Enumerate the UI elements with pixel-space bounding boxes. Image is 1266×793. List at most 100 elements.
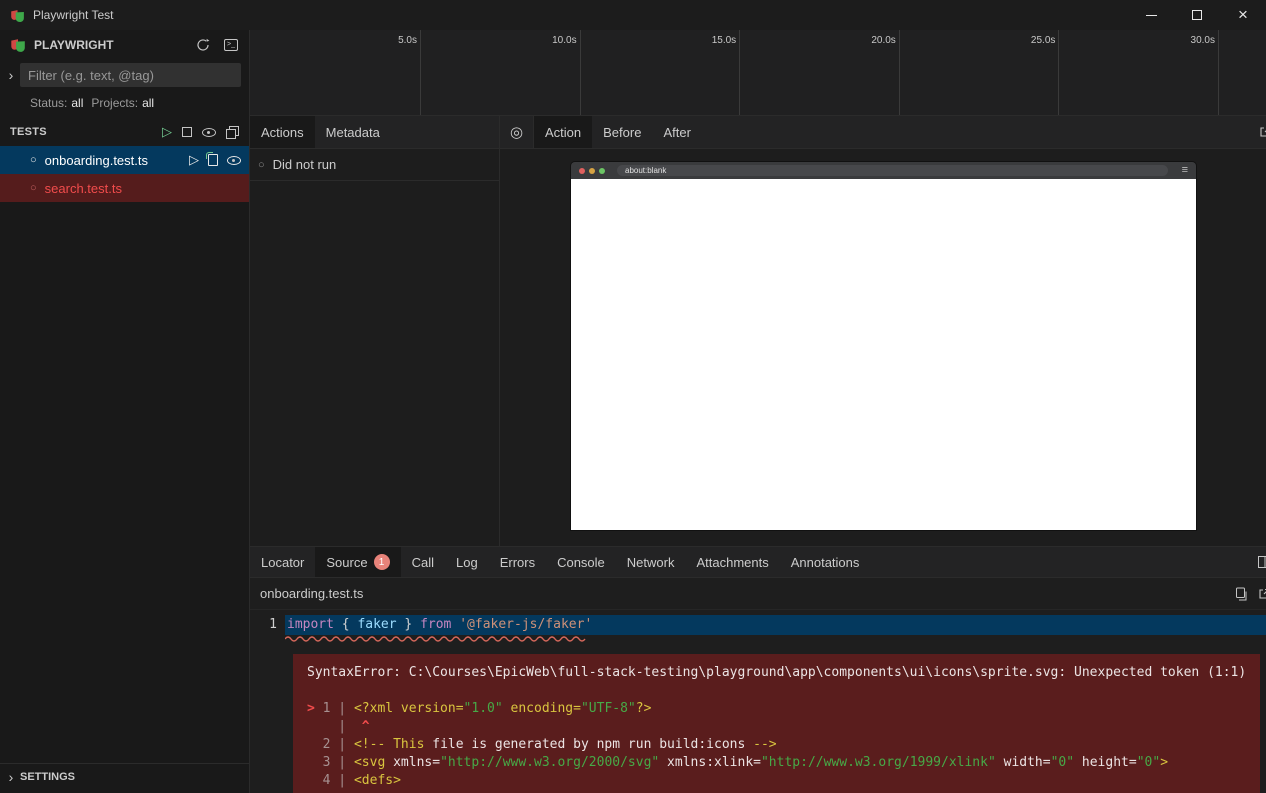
traffic-yellow-icon [589, 168, 595, 174]
status-label: Status: [30, 96, 67, 110]
tab-label: Log [456, 555, 478, 570]
code-line-1: 1 import { faker } from '@faker-js/faker… [250, 615, 1266, 635]
tab-console[interactable]: Console [546, 547, 616, 577]
sidebar: PLAYWRIGHT >_ › Status: all Projects: al… [0, 30, 250, 793]
maximize-icon [1192, 10, 1202, 20]
test-list: ○ onboarding.test.ts ▷ ○ search.test.ts [0, 146, 249, 202]
tests-section-header: TESTS ▷ [0, 118, 249, 146]
timeline[interactable]: 5.0s 10.0s 15.0s 20.0s 25.0s 30.0s [250, 30, 1266, 116]
tick-label: 10.0s [552, 35, 576, 46]
watch-test-icon[interactable] [227, 156, 241, 165]
tab-after[interactable]: After [652, 116, 701, 148]
pick-locator-button[interactable]: ◎ [500, 116, 534, 148]
browser-snapshot: about:blank ≡ [571, 162, 1196, 530]
browser-chrome: about:blank ≡ [571, 162, 1196, 179]
tick-label: 5.0s [398, 35, 417, 46]
tab-annotations[interactable]: Annotations [780, 547, 871, 577]
tab-label: Attachments [696, 555, 768, 570]
tab-locator[interactable]: Locator [250, 547, 315, 577]
tab-attachments[interactable]: Attachments [685, 547, 779, 577]
source-filename: onboarding.test.ts [260, 586, 1234, 601]
code-frame-line: 3 | <svg xmlns="http://www.w3.org/2000/s… [307, 754, 1246, 772]
tab-log[interactable]: Log [445, 547, 489, 577]
tab-metadata[interactable]: Metadata [315, 116, 391, 148]
page-url: about:blank [625, 166, 666, 175]
sidebar-header: PLAYWRIGHT >_ [0, 30, 249, 60]
tick-label: 15.0s [712, 35, 736, 46]
snapshot-tabbar: ◎ Action Before After [500, 116, 1266, 148]
window-title: Playwright Test [33, 8, 113, 22]
source-error-badge: 1 [374, 554, 390, 570]
tab-label: After [663, 125, 690, 140]
filter-row: › [0, 60, 249, 90]
status-value: all [71, 96, 83, 110]
code-frame-line: | ^ [307, 718, 1246, 736]
tab-source[interactable]: Source1 [315, 547, 400, 577]
code-frame-line: 4 | <defs> [307, 772, 1246, 790]
tab-strip: Actions Metadata ◎ Action Before After [250, 116, 1266, 149]
test-name: search.test.ts [45, 181, 241, 196]
refresh-icon [196, 38, 210, 52]
timeline-tick: 5.0s [420, 30, 421, 115]
minimize-icon [1146, 15, 1157, 16]
timeline-tick: 20.0s [899, 30, 900, 115]
toggle-output-button[interactable]: >_ [221, 35, 241, 55]
maximize-button[interactable] [1174, 0, 1220, 30]
test-item-search.test.ts[interactable]: ○ search.test.ts [0, 174, 249, 202]
tick-label: 20.0s [871, 35, 895, 46]
source-viewer[interactable]: 1 import { faker } from '@faker-js/faker… [250, 610, 1266, 793]
test-name: onboarding.test.ts [45, 153, 181, 168]
open-source-external-icon[interactable] [1257, 587, 1266, 601]
filter-status-line[interactable]: Status: all Projects: all [0, 90, 249, 116]
split-view-icon[interactable] [1258, 556, 1266, 568]
tab-label: Errors [500, 555, 535, 570]
actions-tabbar: Actions Metadata [250, 116, 500, 148]
terminal-icon: >_ [224, 39, 238, 51]
run-test-button[interactable]: ▷ [189, 152, 199, 168]
settings-section[interactable]: › SETTINGS [0, 763, 249, 790]
stop-button[interactable] [182, 127, 192, 137]
copy-icon[interactable] [1234, 587, 1247, 601]
tab-label: Actions [261, 125, 304, 140]
tab-action[interactable]: Action [534, 116, 592, 148]
timeline-tick: 10.0s [580, 30, 581, 115]
source-file-icon[interactable] [208, 154, 218, 166]
target-icon: ◎ [510, 123, 523, 141]
tests-title: TESTS [10, 126, 162, 138]
filter-input[interactable] [20, 63, 241, 87]
tab-label: Console [557, 555, 605, 570]
tab-before[interactable]: Before [592, 116, 652, 148]
minimize-button[interactable] [1128, 0, 1174, 30]
playwright-masks-icon [10, 37, 26, 53]
code-frame-line: > 1 | <?xml version="1.0" encoding="UTF-… [307, 700, 1246, 718]
chevron-right-icon: › [2, 769, 20, 785]
tab-network[interactable]: Network [616, 547, 686, 577]
open-snapshot-external-icon[interactable] [1258, 125, 1266, 139]
status-circle-icon: ○ [258, 159, 265, 171]
line-number: 1 [250, 615, 285, 635]
test-status-circle-icon: ○ [30, 155, 37, 166]
tick-label: 25.0s [1031, 35, 1055, 46]
tab-errors[interactable]: Errors [489, 547, 546, 577]
error-message: SyntaxError: C:\Courses\EpicWeb\full-sta… [307, 664, 1246, 682]
test-status-circle-icon: ○ [30, 183, 37, 194]
close-button[interactable]: × [1220, 0, 1266, 30]
sidebar-title: PLAYWRIGHT [34, 38, 185, 52]
code-frame-line: 2 | <!-- This file is generated by npm r… [307, 736, 1246, 754]
tab-label: Before [603, 125, 641, 140]
timeline-tick: 30.0s [1218, 30, 1219, 115]
tab-label: Action [545, 125, 581, 140]
chevron-right-icon[interactable]: › [2, 67, 20, 83]
highlighted-code: import { faker } from '@faker-js/faker' [285, 615, 1266, 635]
reload-tests-button[interactable] [193, 35, 213, 55]
watch-all-icon[interactable] [202, 128, 216, 137]
test-item-onboarding.test.ts[interactable]: ○ onboarding.test.ts ▷ [0, 146, 249, 174]
tab-label: Network [627, 555, 675, 570]
run-all-button[interactable]: ▷ [162, 124, 172, 140]
tab-call[interactable]: Call [401, 547, 445, 577]
traffic-green-icon [599, 168, 605, 174]
traffic-red-icon [579, 168, 585, 174]
collapse-all-icon[interactable] [226, 126, 239, 139]
tab-actions[interactable]: Actions [250, 116, 315, 148]
syntax-error-block: SyntaxError: C:\Courses\EpicWeb\full-sta… [293, 654, 1260, 793]
